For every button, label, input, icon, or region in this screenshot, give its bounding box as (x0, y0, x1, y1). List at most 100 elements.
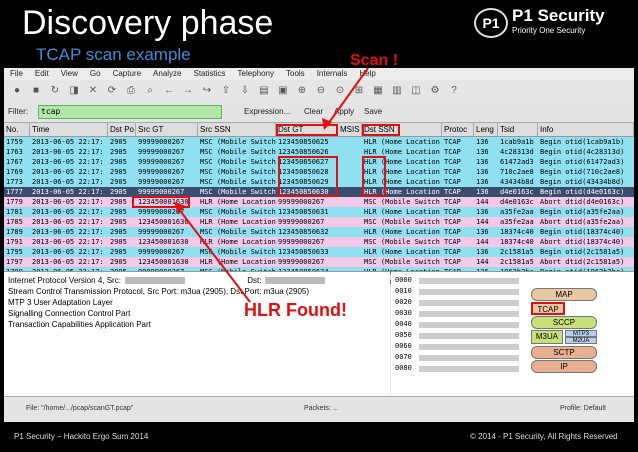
detail-sccp-line[interactable]: Signalling Connection Control Part (8, 309, 130, 318)
cell-srcssn: MSC (Mobile Switch (200, 228, 276, 236)
column-header-len[interactable]: Leng (474, 123, 498, 136)
column-header-info[interactable]: Info (538, 123, 634, 136)
find-icon[interactable]: ⌕ (143, 84, 157, 98)
cell-srcgt: 99999000267 (138, 178, 185, 186)
packet-row[interactable]: 1791 2013-06-05 22:17: 2905 123450001630 HLR… (4, 237, 634, 247)
preferences-icon[interactable]: ⚙ (428, 84, 442, 98)
packet-row[interactable]: 1769 2013-06-05 22:17: 2905 99999000267 MSC … (4, 167, 634, 177)
normal-size-icon[interactable]: ⊙ (333, 84, 347, 98)
filter-label: Filter: (8, 107, 28, 116)
autoscroll-icon[interactable]: ▣ (276, 84, 290, 98)
packet-row[interactable]: 1767 2013-06-05 22:17: 2905 99999000267 MSC … (4, 157, 634, 167)
filter-apply-button[interactable]: Apply (334, 107, 354, 116)
display-filters-icon[interactable]: ▥ (390, 84, 404, 98)
redacted-hex-bytes (419, 278, 519, 284)
menu-tools[interactable]: Tools (286, 69, 305, 78)
detail-tcap-line[interactable]: Transaction Capabilities Application Par… (8, 320, 151, 329)
menu-go[interactable]: Go (90, 69, 101, 78)
start-capture-icon[interactable]: ● (10, 84, 24, 98)
cell-proto: TCAP (444, 258, 461, 266)
packet-row[interactable]: 1777 2013-06-05 22:17: 2905 99999000267 MSC … (4, 187, 634, 197)
packet-row[interactable]: 1781 2013-06-05 22:17: 2905 99999000267 MSC … (4, 207, 634, 217)
cell-info: Abort dtid(a35fe2aa) (540, 218, 625, 226)
cell-srcssn: MSC (Mobile Switch (200, 188, 276, 196)
column-header-dstssn[interactable]: Dst SSN (362, 123, 442, 136)
cell-dstport: 2905 (110, 138, 127, 146)
packet-row[interactable]: 1797 2013-06-05 22:17: 2905 123450001630 HLR… (4, 257, 634, 267)
column-header-srcgt[interactable]: Src GT (136, 123, 198, 136)
cell-dstport: 2905 (110, 198, 127, 206)
goto-icon[interactable]: ↪ (200, 84, 214, 98)
column-header-msis[interactable]: MSIS (338, 123, 362, 136)
help-icon[interactable]: ? (447, 84, 461, 98)
cell-time: 2013-06-05 22:17: (32, 208, 104, 216)
column-header-srcssn[interactable]: Src SSN (198, 123, 276, 136)
column-header-tsid[interactable]: Tsid (498, 123, 538, 136)
stop-capture-icon[interactable]: ■ (29, 84, 43, 98)
cell-srcgt: 99999000267 (138, 138, 185, 146)
column-header-dstport[interactable]: Dst Po (108, 123, 136, 136)
packet-row[interactable]: 1789 2013-06-05 22:17: 2905 99999000267 MSC … (4, 227, 634, 237)
hlr-found-callout: HLR Found! (244, 300, 347, 320)
menu-view[interactable]: View (61, 69, 78, 78)
menu-capture[interactable]: Capture (113, 69, 141, 78)
cell-msis (338, 217, 362, 227)
detail-ip-line[interactable]: Internet Protocol Version 4, Src: Dst: (8, 276, 326, 285)
zoom-out-icon[interactable]: ⊖ (314, 84, 328, 98)
restart-capture-icon[interactable]: ↻ (48, 84, 62, 98)
back-icon[interactable]: ← (162, 84, 176, 98)
cell-dstgt: 123450850628 (278, 168, 329, 176)
column-header-time[interactable]: Time (30, 123, 108, 136)
zoom-in-icon[interactable]: ⊕ (295, 84, 309, 98)
filter-expression-button[interactable]: Expression... (244, 107, 290, 116)
stack-mtp3: MTP3 (565, 330, 597, 337)
packet-row[interactable]: 1779 2013-06-05 22:17: 2905 123450001630 HLR… (4, 197, 634, 207)
status-profile[interactable]: Profile: Default (560, 405, 606, 412)
menu-analyze[interactable]: Analyze (153, 69, 181, 78)
colorize-icon[interactable]: ▤ (257, 84, 271, 98)
capture-filters-icon[interactable]: ▦ (371, 84, 385, 98)
menu-statistics[interactable]: Statistics (194, 69, 226, 78)
cell-len: 136 (476, 168, 489, 176)
cell-time: 2013-06-05 22:17: (32, 188, 104, 196)
cell-msis (338, 237, 362, 247)
cell-msis (338, 257, 362, 267)
last-packet-icon[interactable]: ⇩ (238, 84, 252, 98)
packet-row[interactable]: 1759 2013-06-05 22:17: 2905 99999000267 MSC … (4, 137, 634, 147)
menu-telephony[interactable]: Telephony (238, 69, 274, 78)
packet-row[interactable]: 1785 2013-06-05 22:17: 2905 123450001630 HLR… (4, 217, 634, 227)
stack-tcap: TCAP (531, 302, 565, 315)
hex-offset: 0060 (395, 342, 412, 350)
filter-clear-button[interactable]: Clear (304, 107, 323, 116)
resize-columns-icon[interactable]: ⊞ (352, 84, 366, 98)
filter-save-button[interactable]: Save (364, 107, 382, 116)
open-file-icon[interactable]: ◨ (67, 84, 81, 98)
cell-dstgt: 123450850626 (278, 148, 329, 156)
menu-edit[interactable]: Edit (35, 69, 49, 78)
status-packets: Packets: ... (304, 405, 339, 412)
menu-help[interactable]: Help (359, 69, 375, 78)
column-header-proto[interactable]: Protoc (442, 123, 474, 136)
cell-srcssn: HLR (Home Location (200, 218, 276, 226)
first-packet-icon[interactable]: ⇧ (219, 84, 233, 98)
packet-row[interactable]: 1763 2013-06-05 22:17: 2905 99999000267 MSC … (4, 147, 634, 157)
cell-len: 136 (476, 148, 489, 156)
cell-time: 2013-06-05 22:17: (32, 248, 104, 256)
column-header-no[interactable]: No. (4, 123, 30, 136)
menu-file[interactable]: File (10, 69, 23, 78)
packet-row[interactable]: 1773 2013-06-05 22:17: 2905 99999000267 MSC … (4, 177, 634, 187)
forward-icon[interactable]: → (181, 84, 195, 98)
menu-internals[interactable]: Internals (317, 69, 348, 78)
reload-icon[interactable]: ⟳ (105, 84, 119, 98)
cell-msis (338, 137, 362, 147)
cell-time: 2013-06-05 22:17: (32, 158, 104, 166)
print-icon[interactable]: ⎙ (124, 84, 138, 98)
cell-proto: TCAP (444, 178, 461, 186)
packet-row[interactable]: 1795 2013-06-05 22:17: 2905 99999000267 MSC … (4, 247, 634, 257)
display-filter-input[interactable]: tcap (38, 105, 222, 119)
detail-sctp-line[interactable]: Stream Control Transmission Protocol, Sr… (8, 287, 309, 296)
close-file-icon[interactable]: ✕ (86, 84, 100, 98)
coloring-rules-icon[interactable]: ◫ (409, 84, 423, 98)
detail-m3ua-line[interactable]: MTP 3 User Adaptation Layer (8, 298, 113, 307)
column-header-dstgt[interactable]: Dst GT (276, 123, 338, 136)
